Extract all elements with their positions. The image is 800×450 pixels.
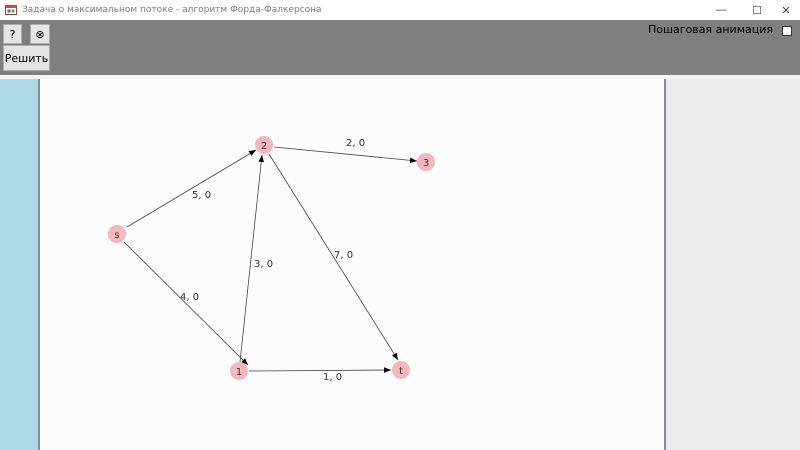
toolbar: ? ⊗ Решить Пошаговая анимация [0, 20, 800, 75]
node-label-2: 2 [261, 141, 267, 152]
edge-label-2-t: 7, 0 [334, 250, 353, 261]
animation-checkbox[interactable] [782, 26, 792, 36]
solve-button[interactable]: Решить [3, 45, 50, 71]
close-button[interactable]: ✕ [770, 0, 800, 20]
edge-label-1-t: 1, 0 [323, 372, 342, 383]
right-panel [666, 79, 800, 450]
node-s[interactable]: s [108, 225, 126, 243]
minimize-icon: — [715, 4, 727, 16]
animation-label: Пошаговая анимация [647, 23, 773, 36]
title-bar: Задача о максимальном потоке - алгоритм … [0, 0, 800, 20]
node-label-1: 1 [236, 367, 242, 378]
node-3[interactable]: 3 [417, 153, 435, 171]
node-label-3: 3 [423, 158, 429, 169]
edge-label-s-2: 5, 0 [192, 190, 211, 201]
edge-s-2[interactable] [126, 149, 257, 228]
edge-label-1-2: 3, 0 [254, 259, 273, 270]
edge-label-s-1: 4, 0 [180, 292, 199, 303]
edge-2-3[interactable] [273, 146, 418, 164]
edge-label-2-3: 2, 0 [346, 138, 365, 149]
left-panel [0, 79, 38, 450]
help-button[interactable]: ? [3, 24, 22, 44]
node-t[interactable]: t [392, 361, 410, 379]
graph-svg: 5, 0 4, 0 2, 0 3, 0 7, 0 1, 0 s 2 3 1 t [108, 136, 435, 383]
app-icon [5, 5, 17, 15]
edge-1-t[interactable] [248, 367, 392, 373]
node-label-s: s [114, 230, 119, 241]
node-2[interactable]: 2 [255, 136, 273, 154]
edge-s-1[interactable] [123, 241, 249, 366]
maximize-icon: ☐ [752, 4, 762, 17]
help-icon: ? [9, 27, 16, 41]
clear-icon: ⊗ [35, 27, 45, 41]
window-title: Задача о максимальном потоке - алгоритм … [22, 5, 322, 15]
graph-canvas[interactable]: 5, 0 4, 0 2, 0 3, 0 7, 0 1, 0 s 2 3 1 t [40, 79, 664, 450]
minimize-button[interactable]: — [705, 0, 737, 20]
maximize-button[interactable]: ☐ [741, 0, 773, 20]
app-window: Задача о максимальном потоке - алгоритм … [0, 0, 800, 450]
clear-button[interactable]: ⊗ [30, 24, 50, 44]
node-1[interactable]: 1 [230, 362, 248, 380]
close-icon: ✕ [781, 4, 791, 17]
node-label-t: t [399, 366, 403, 377]
